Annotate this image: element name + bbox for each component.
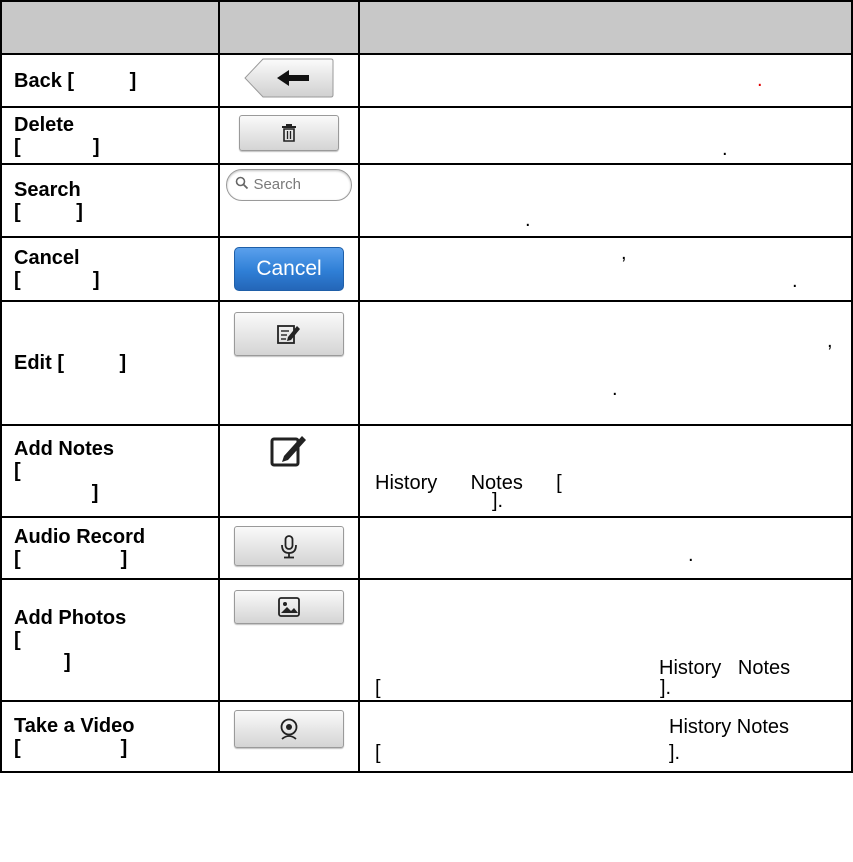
header-cell-name <box>0 0 220 55</box>
row-name-add-photos: Add Photos [ ] <box>0 578 220 702</box>
table-row: Cancel [ ] Cancel , . <box>0 236 853 302</box>
search-icon <box>235 176 249 195</box>
search-placeholder: Search <box>253 176 301 193</box>
desc-text: [ <box>375 742 381 764</box>
header-cell-button <box>218 0 360 55</box>
trash-icon <box>282 124 296 142</box>
desc-text: ]. <box>660 677 672 699</box>
desc-text: . <box>688 544 694 566</box>
cancel-button[interactable]: Cancel <box>234 247 344 291</box>
table-row: Take a Video [ ] History Notes [ ]. <box>0 700 853 773</box>
table-row: Add Photos [ ] History Notes [ ]. <box>0 578 853 702</box>
table-header-row <box>0 0 853 55</box>
desc-text: [ <box>375 677 381 699</box>
desc-text: ]. <box>492 490 504 512</box>
audio-record-button[interactable] <box>234 525 344 566</box>
table-row: Back [ ] . <box>0 53 853 108</box>
row-name-delete: Delete [ ] <box>0 106 220 165</box>
row-name-edit: Edit [ ] <box>0 300 220 426</box>
back-button[interactable] <box>243 57 335 104</box>
desc-text: ]. <box>669 742 681 764</box>
table-row: Audio Record [ ] . <box>0 516 853 580</box>
row-name-add-notes: Add Notes [ ] <box>0 424 220 518</box>
desc-text: , <box>621 242 627 264</box>
desc-text: History Notes [ <box>375 472 562 494</box>
edit-pencil-icon <box>277 325 300 344</box>
table-row: Add Notes [ ] History Notes [ ]. <box>0 424 853 518</box>
desc-text: . <box>792 270 798 292</box>
delete-button[interactable] <box>239 115 339 151</box>
photo-icon <box>278 597 300 617</box>
microphone-icon <box>281 534 297 558</box>
row-name-take-video: Take a Video [ ] <box>0 700 220 773</box>
desc-text: . <box>757 69 763 91</box>
desc-text: History Notes <box>659 657 791 679</box>
desc-text: History Notes <box>669 716 790 738</box>
header-cell-description <box>358 0 853 55</box>
add-notes-button[interactable] <box>270 434 308 473</box>
desc-text: . <box>525 209 531 231</box>
table-row: Edit [ ] , . <box>0 300 853 426</box>
row-name-back: Back [ ] <box>0 53 220 108</box>
take-video-button[interactable] <box>234 710 344 748</box>
table-row: Delete [ ] . <box>0 106 853 165</box>
cancel-button-label: Cancel <box>256 257 322 280</box>
row-name-cancel: Cancel [ ] <box>0 236 220 302</box>
edit-button[interactable] <box>234 312 344 356</box>
add-photos-button[interactable] <box>234 590 344 624</box>
button-reference-table: Back [ ] . Delete [ ] . Search [] Searc… <box>0 0 853 773</box>
note-edit-icon <box>270 436 306 467</box>
back-arrow-icon <box>244 58 334 98</box>
video-camera-icon <box>280 718 298 740</box>
desc-text: . <box>612 378 618 400</box>
row-name-search: Search [ ] <box>0 163 220 238</box>
table-row: Search [ ] Search . <box>0 163 853 238</box>
desc-text: . <box>722 138 728 160</box>
row-name-audio-record: Audio Record [ ] <box>0 516 220 580</box>
desc-text: , <box>827 330 833 352</box>
search-field[interactable]: Search <box>226 169 352 201</box>
